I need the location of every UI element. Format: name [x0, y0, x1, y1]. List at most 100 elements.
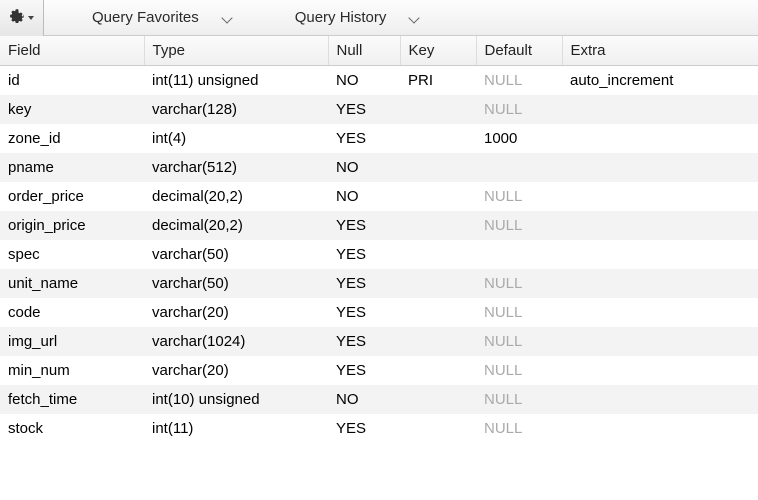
table-row[interactable]: order_pricedecimal(20,2)NO NULL [0, 182, 758, 211]
cell-type[interactable]: int(11) unsigned [144, 66, 328, 95]
cell-field[interactable]: code [0, 298, 144, 327]
table-row[interactable]: stockint(11)YES NULL [0, 414, 758, 443]
cell-null[interactable]: YES [328, 298, 400, 327]
table-row[interactable]: fetch_timeint(10) unsignedNO NULL [0, 385, 758, 414]
cell-field[interactable]: pname [0, 153, 144, 182]
cell-key[interactable] [400, 356, 476, 385]
cell-null[interactable]: YES [328, 240, 400, 269]
cell-null[interactable]: YES [328, 327, 400, 356]
cell-extra[interactable] [562, 356, 758, 385]
cell-field[interactable]: min_num [0, 356, 144, 385]
gear-menu-button[interactable] [0, 0, 44, 36]
cell-default[interactable]: NULL [476, 66, 562, 95]
cell-key[interactable] [400, 269, 476, 298]
cell-null[interactable]: YES [328, 211, 400, 240]
table-row[interactable]: img_urlvarchar(1024)YES NULL [0, 327, 758, 356]
header-extra[interactable]: Extra [562, 36, 758, 66]
cell-extra[interactable] [562, 298, 758, 327]
cell-null[interactable]: NO [328, 153, 400, 182]
table-row[interactable]: codevarchar(20)YES NULL [0, 298, 758, 327]
header-type[interactable]: Type [144, 36, 328, 66]
cell-field[interactable]: stock [0, 414, 144, 443]
cell-default[interactable]: NULL [476, 95, 562, 124]
cell-field[interactable]: origin_price [0, 211, 144, 240]
table-row[interactable]: keyvarchar(128)YES NULL [0, 95, 758, 124]
cell-key[interactable] [400, 95, 476, 124]
cell-default[interactable]: 1000 [476, 124, 562, 153]
cell-null[interactable]: YES [328, 356, 400, 385]
cell-field[interactable]: unit_name [0, 269, 144, 298]
cell-key[interactable] [400, 153, 476, 182]
cell-extra[interactable] [562, 95, 758, 124]
cell-key[interactable] [400, 385, 476, 414]
cell-default[interactable]: NULL [476, 211, 562, 240]
header-null[interactable]: Null [328, 36, 400, 66]
table-row[interactable]: pnamevarchar(512)NO [0, 153, 758, 182]
cell-key[interactable] [400, 298, 476, 327]
cell-type[interactable]: varchar(50) [144, 269, 328, 298]
cell-key[interactable] [400, 327, 476, 356]
cell-field[interactable]: fetch_time [0, 385, 144, 414]
cell-null[interactable]: YES [328, 124, 400, 153]
cell-default[interactable]: NULL [476, 385, 562, 414]
cell-key[interactable] [400, 414, 476, 443]
cell-default[interactable]: NULL [476, 327, 562, 356]
query-history-dropdown[interactable]: Query History [243, 9, 431, 26]
cell-extra[interactable]: auto_increment [562, 66, 758, 95]
cell-key[interactable] [400, 182, 476, 211]
table-row[interactable]: origin_pricedecimal(20,2)YES NULL [0, 211, 758, 240]
table-row[interactable]: min_numvarchar(20)YES NULL [0, 356, 758, 385]
cell-default[interactable]: NULL [476, 182, 562, 211]
table-row[interactable]: zone_idint(4)YES 1000 [0, 124, 758, 153]
cell-default[interactable]: NULL [476, 298, 562, 327]
cell-key[interactable]: PRI [400, 66, 476, 95]
cell-null[interactable]: NO [328, 385, 400, 414]
cell-type[interactable]: int(10) unsigned [144, 385, 328, 414]
cell-type[interactable]: varchar(20) [144, 298, 328, 327]
cell-key[interactable] [400, 124, 476, 153]
cell-type[interactable]: int(11) [144, 414, 328, 443]
cell-null[interactable]: NO [328, 66, 400, 95]
cell-extra[interactable] [562, 327, 758, 356]
query-favorites-dropdown[interactable]: Query Favorites [44, 9, 243, 26]
cell-type[interactable]: int(4) [144, 124, 328, 153]
cell-extra[interactable] [562, 269, 758, 298]
header-key[interactable]: Key [400, 36, 476, 66]
cell-default[interactable]: NULL [476, 414, 562, 443]
cell-field[interactable]: order_price [0, 182, 144, 211]
cell-extra[interactable] [562, 240, 758, 269]
cell-extra[interactable] [562, 211, 758, 240]
table-row[interactable]: idint(11) unsignedNOPRINULLauto_incremen… [0, 66, 758, 95]
cell-type[interactable]: decimal(20,2) [144, 182, 328, 211]
cell-default[interactable]: NULL [476, 356, 562, 385]
cell-key[interactable] [400, 211, 476, 240]
table-row[interactable]: specvarchar(50)YES [0, 240, 758, 269]
cell-extra[interactable] [562, 153, 758, 182]
cell-key[interactable] [400, 240, 476, 269]
cell-extra[interactable] [562, 124, 758, 153]
cell-null[interactable]: YES [328, 414, 400, 443]
cell-type[interactable]: varchar(1024) [144, 327, 328, 356]
cell-extra[interactable] [562, 385, 758, 414]
cell-type[interactable]: decimal(20,2) [144, 211, 328, 240]
cell-default[interactable]: NULL [476, 269, 562, 298]
cell-default[interactable] [476, 153, 562, 182]
cell-type[interactable]: varchar(128) [144, 95, 328, 124]
header-default[interactable]: Default [476, 36, 562, 66]
cell-field[interactable]: zone_id [0, 124, 144, 153]
cell-field[interactable]: id [0, 66, 144, 95]
cell-type[interactable]: varchar(20) [144, 356, 328, 385]
header-field[interactable]: Field [0, 36, 144, 66]
cell-extra[interactable] [562, 182, 758, 211]
cell-null[interactable]: NO [328, 182, 400, 211]
cell-extra[interactable] [562, 414, 758, 443]
cell-null[interactable]: YES [328, 95, 400, 124]
table-row[interactable]: unit_namevarchar(50)YES NULL [0, 269, 758, 298]
cell-type[interactable]: varchar(512) [144, 153, 328, 182]
cell-field[interactable]: img_url [0, 327, 144, 356]
cell-field[interactable]: key [0, 95, 144, 124]
cell-default[interactable] [476, 240, 562, 269]
cell-type[interactable]: varchar(50) [144, 240, 328, 269]
cell-null[interactable]: YES [328, 269, 400, 298]
cell-field[interactable]: spec [0, 240, 144, 269]
